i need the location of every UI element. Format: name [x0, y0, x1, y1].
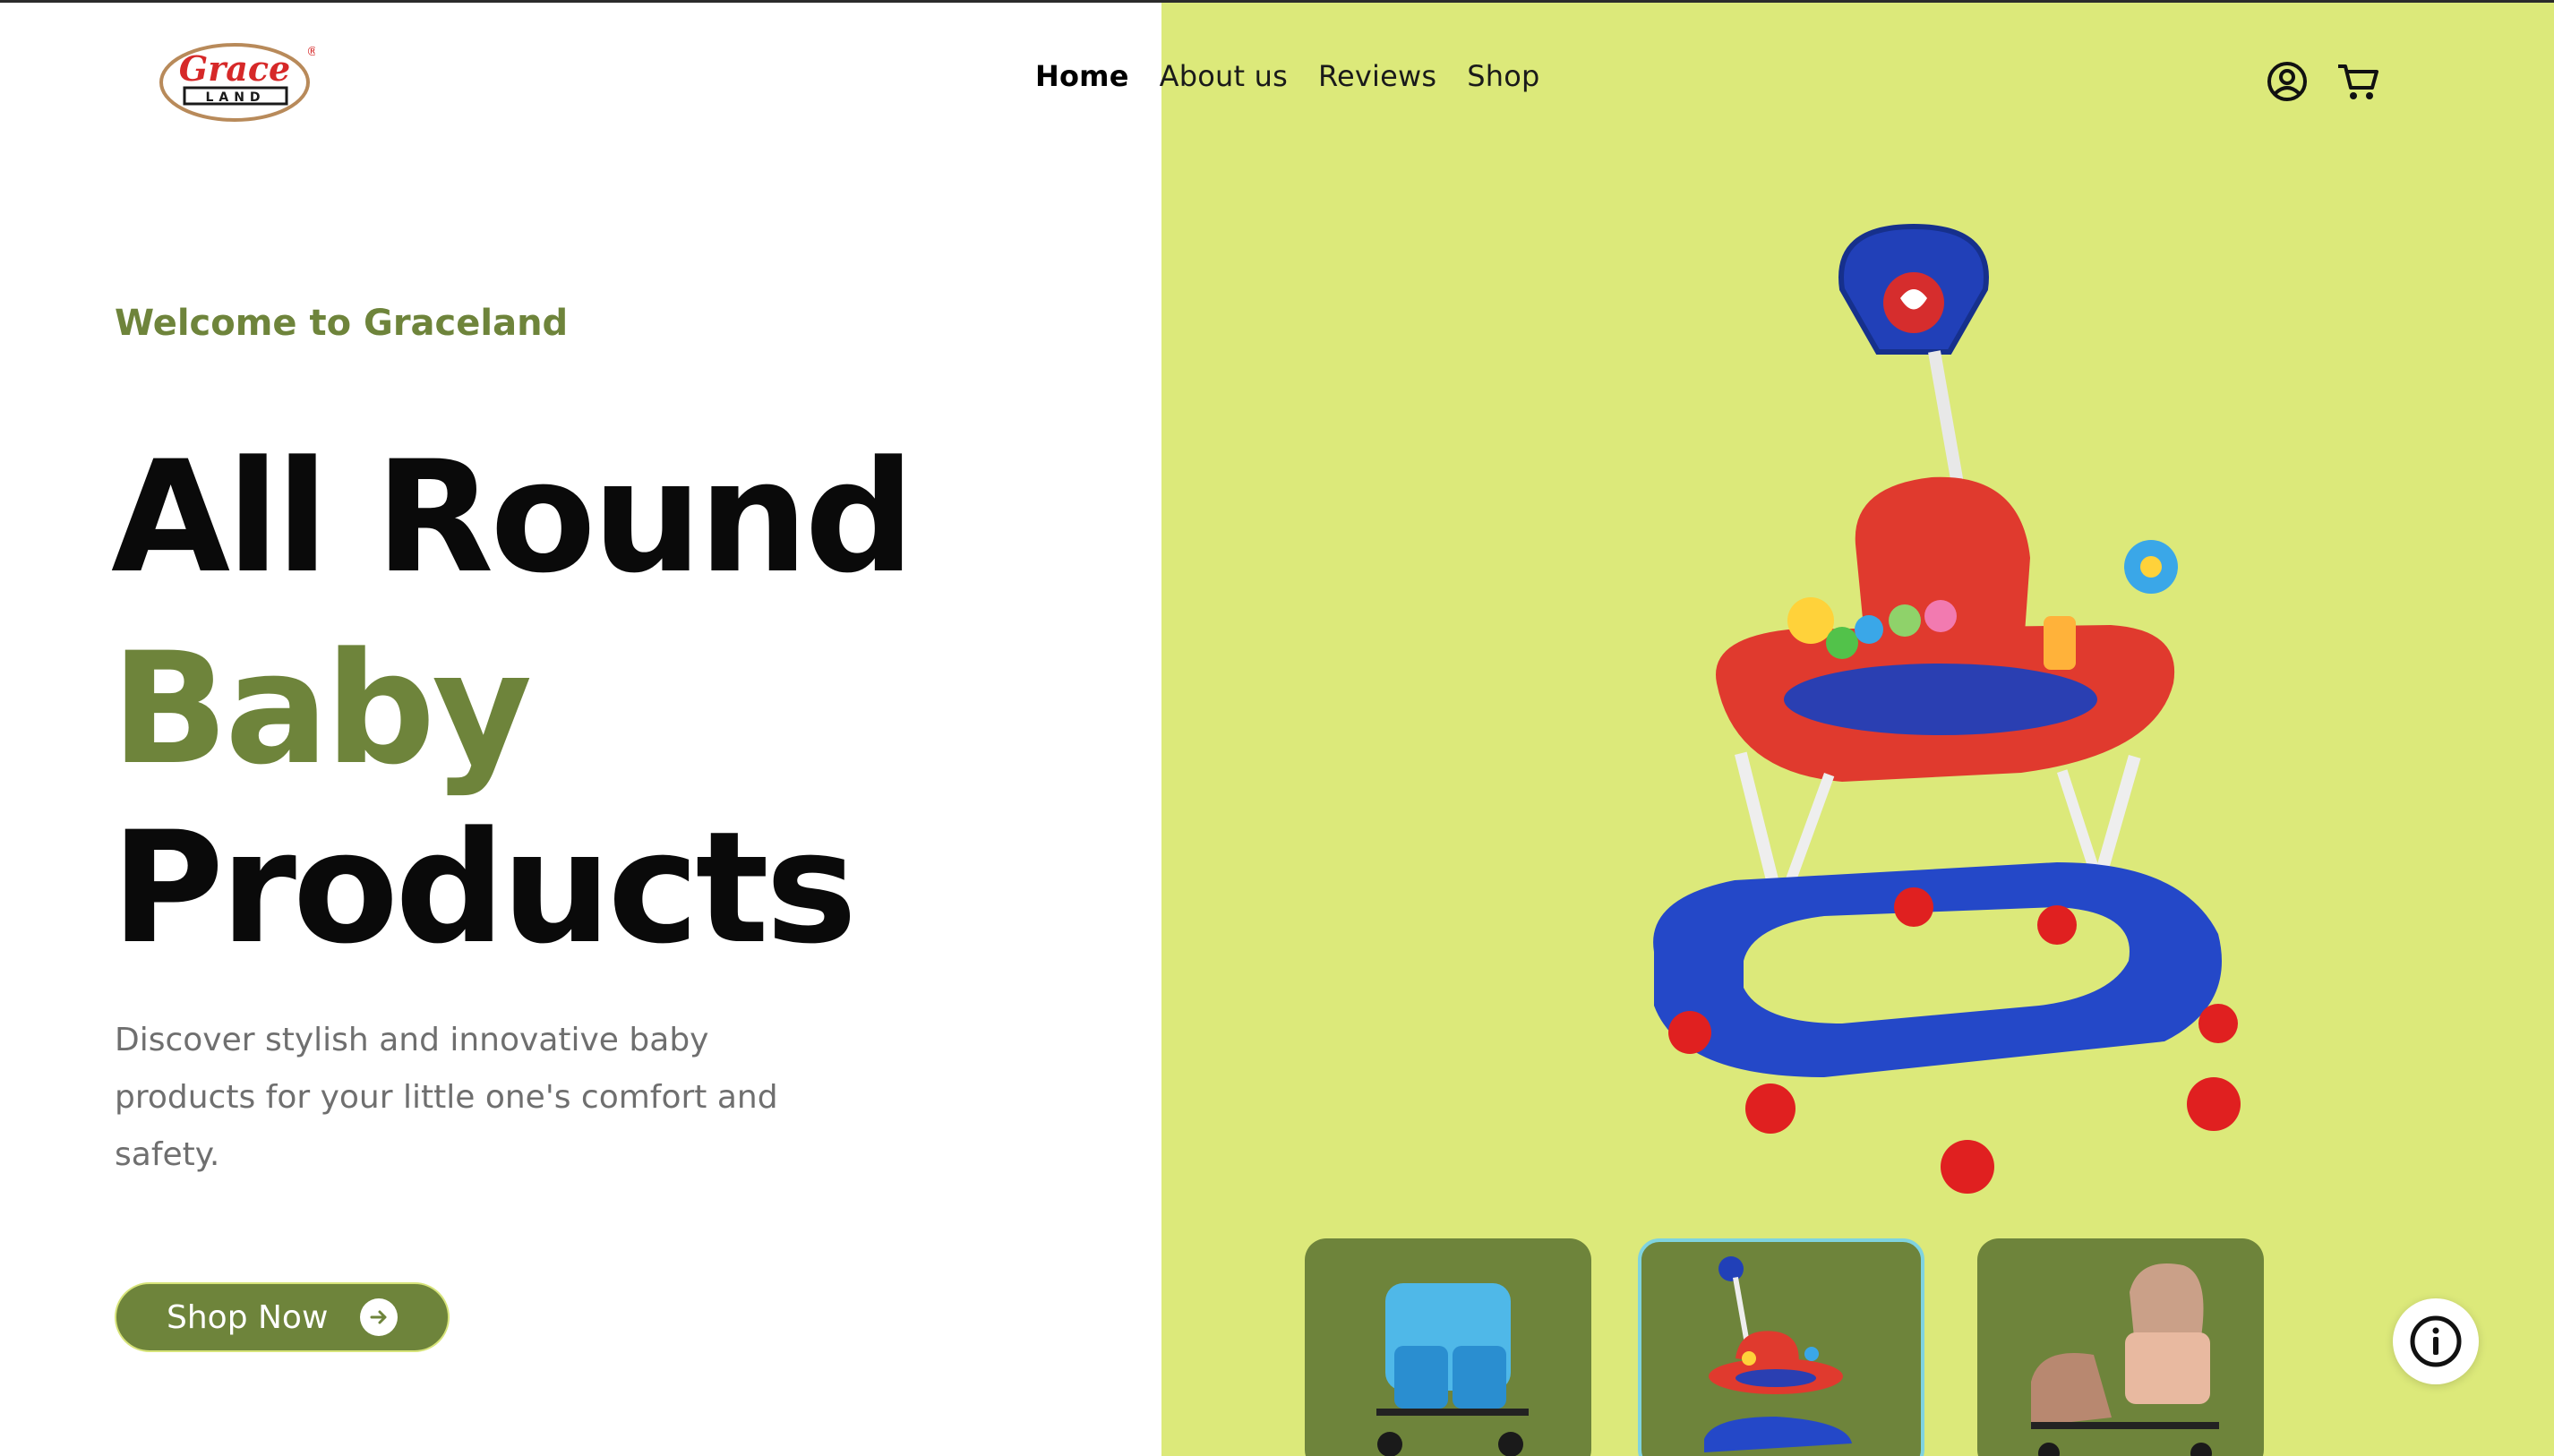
- info-button[interactable]: [2393, 1298, 2479, 1384]
- hero-description: Discover stylish and innovative baby pro…: [115, 1022, 778, 1173]
- arrow-right-icon: [360, 1298, 399, 1336]
- shop-now-button[interactable]: Shop Now: [115, 1282, 450, 1352]
- main-nav: Home About us Reviews Shop: [1035, 59, 1540, 93]
- shopping-cart-icon: [2338, 64, 2378, 99]
- nav-item-home[interactable]: Home: [1035, 59, 1129, 93]
- nav-item-shop[interactable]: Shop: [1467, 59, 1539, 93]
- welcome-text: Welcome to Graceland: [115, 303, 569, 344]
- twin-stroller-image: [1376, 1283, 1529, 1456]
- pram-stroller-image: [2031, 1263, 2219, 1456]
- hero-title-line-3: Products: [111, 798, 857, 978]
- cart-button[interactable]: [2335, 59, 2380, 104]
- info-icon: [2410, 1315, 2462, 1367]
- hero-title-line-1: All Round: [111, 427, 915, 607]
- walker-product-image: [1653, 223, 2241, 1194]
- baby-walker-thumb-image: [1704, 1256, 1852, 1452]
- logo-image: Grace LAND ®: [159, 43, 319, 122]
- graceland-logo[interactable]: Grace LAND ®: [159, 39, 319, 122]
- thumbnail-twin-stroller[interactable]: [1305, 1238, 1591, 1456]
- nav-item-reviews[interactable]: Reviews: [1318, 59, 1436, 93]
- nav-item-about-us[interactable]: About us: [1160, 59, 1288, 93]
- thumbnail-pram-stroller[interactable]: [1977, 1238, 2264, 1456]
- svg-text:Grace: Grace: [179, 48, 290, 89]
- thumbnail-baby-walker[interactable]: [1638, 1238, 1924, 1456]
- account-button[interactable]: [2265, 59, 2310, 104]
- svg-text:LAND: LAND: [205, 90, 265, 105]
- svg-text:®: ®: [306, 45, 315, 59]
- hero-right-panel: [1161, 3, 2554, 1456]
- shop-now-label: Shop Now: [167, 1298, 329, 1336]
- hero-title-line-2: Baby: [111, 619, 532, 799]
- user-circle-icon: [2267, 62, 2307, 101]
